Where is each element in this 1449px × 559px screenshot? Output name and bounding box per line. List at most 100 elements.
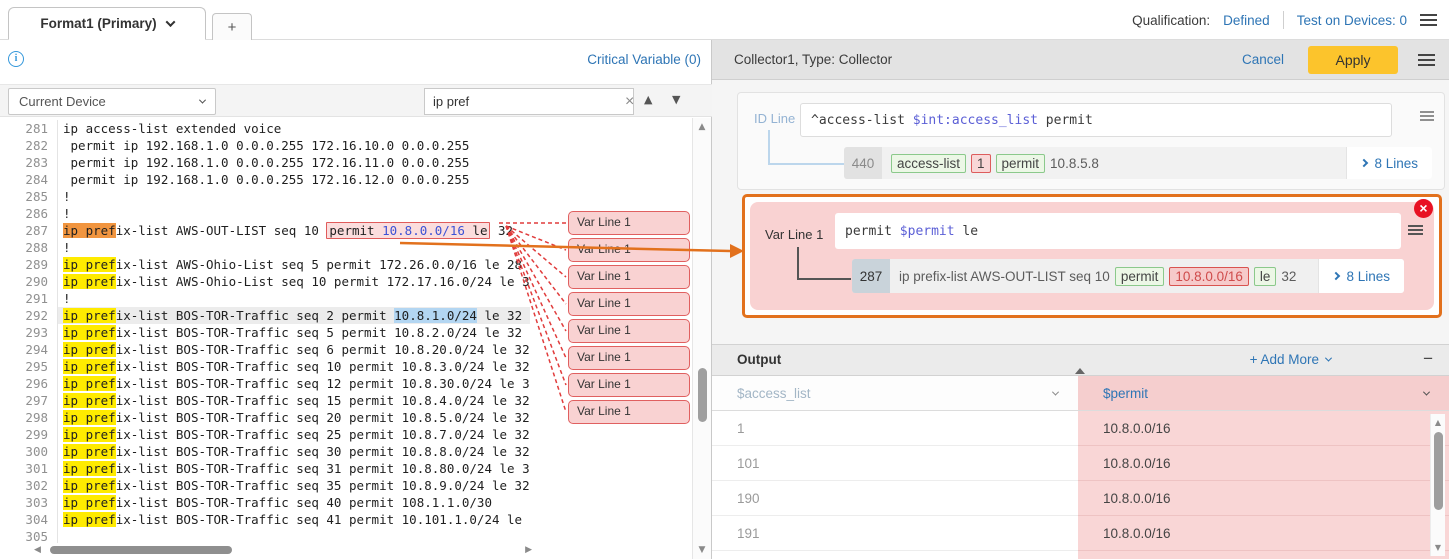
line-number: 297	[0, 392, 58, 409]
search-input[interactable]	[425, 94, 617, 109]
var-line-pattern-input[interactable]: permit $permit le	[835, 213, 1401, 249]
sample-line-number: 287	[852, 259, 890, 293]
var-line-chip[interactable]: Var Line 1	[568, 319, 690, 343]
chevron-down-icon	[1423, 388, 1430, 395]
line-number: 299	[0, 426, 58, 443]
line-number: 292	[0, 307, 58, 324]
var-line-chip[interactable]: Var Line 1	[568, 292, 690, 316]
find-next-button[interactable]: ▼	[672, 93, 680, 106]
line-text: ip prefix-list AWS-Ohio-List seq 5 permi…	[58, 256, 530, 273]
var-line-chip[interactable]: Var Line 1	[568, 346, 690, 370]
code-line[interactable]: 300ip prefix-list BOS-TOR-Traffic seq 30…	[0, 443, 712, 460]
line-text: ip prefix-list AWS-Ohio-List seq 10 perm…	[58, 273, 530, 290]
code-vertical-scrollbar[interactable]: ▲ ▼	[692, 118, 711, 559]
table-row[interactable]: 110.8.0.0/16	[712, 411, 1449, 446]
tab-format1-primary[interactable]: Format1 (Primary)	[8, 7, 206, 40]
tab-format1-label: Format1 (Primary)	[40, 16, 156, 31]
var-line-chip[interactable]: Var Line 1	[568, 238, 690, 262]
apply-button[interactable]: Apply	[1308, 46, 1398, 74]
add-tab-button[interactable]: +	[212, 13, 252, 40]
column-header-access-list[interactable]: $access_list	[712, 376, 1078, 411]
code-line[interactable]: 302ip prefix-list BOS-TOR-Traffic seq 35…	[0, 477, 712, 494]
var-line-chip[interactable]: Var Line 1	[568, 211, 690, 235]
test-on-devices-link[interactable]: Test on Devices: 0	[1297, 13, 1407, 28]
collector-menu-icon[interactable]	[1418, 59, 1435, 61]
line-text: ip prefix-list BOS-TOR-Traffic seq 40 pe…	[58, 494, 530, 511]
remove-column-button[interactable]: −	[1423, 349, 1433, 369]
cell-permit: 10.8.0.0/16	[1078, 516, 1449, 551]
line-text: ip prefix-list BOS-TOR-Traffic seq 6 per…	[58, 341, 530, 358]
code-line[interactable]: 285!	[0, 188, 712, 205]
column-label: $access_list	[737, 386, 811, 401]
code-line[interactable]: 301ip prefix-list BOS-TOR-Traffic seq 31…	[0, 460, 712, 477]
cancel-button[interactable]: Cancel	[1242, 52, 1284, 67]
expand-lines-button[interactable]: 8 Lines	[1346, 147, 1432, 179]
line-text: permit ip 192.168.1.0 0.0.0.255 172.16.1…	[58, 137, 530, 154]
output-column-headers: $access_list $permit	[712, 376, 1449, 411]
divider	[1283, 11, 1284, 29]
table-row[interactable]	[712, 551, 1449, 559]
find-previous-button[interactable]: ▲	[644, 93, 652, 106]
id-line-pattern-input[interactable]: ^access-list $int:access_list permit	[800, 103, 1392, 137]
matched-pattern-box: permit 10.8.0.0/16 le	[326, 222, 490, 239]
collector-title: Collector1, Type: Collector	[734, 52, 1242, 67]
line-number: 288	[0, 239, 58, 256]
line-text: !	[58, 239, 530, 256]
cell-permit: 10.8.0.0/16	[1078, 481, 1449, 516]
var-line-menu-icon[interactable]	[1408, 229, 1423, 231]
sample-token: 10.8.5.8	[1050, 156, 1099, 171]
critical-variable-link[interactable]: Critical Variable (0)	[587, 52, 701, 67]
scroll-down-icon[interactable]: ▼	[693, 545, 711, 555]
qualification-value-link[interactable]: Defined	[1223, 13, 1270, 28]
code-line[interactable]: 283 permit ip 192.168.1.0 0.0.0.255 172.…	[0, 154, 712, 171]
scroll-up-icon[interactable]: ▲	[693, 122, 711, 132]
chevron-down-icon	[1325, 355, 1332, 362]
code-line[interactable]: 303ip prefix-list BOS-TOR-Traffic seq 40…	[0, 494, 712, 511]
id-line-sample-row[interactable]: 440 access-list1permit10.8.5.8 8 Lines	[844, 147, 1432, 179]
output-vertical-scrollbar[interactable]: ▲ ▼	[1430, 414, 1445, 556]
table-row[interactable]: 10110.8.0.0/16	[712, 446, 1449, 481]
cell-access-list: 191	[712, 516, 1078, 551]
line-number: 291	[0, 290, 58, 307]
clear-search-icon[interactable]: ×	[617, 93, 642, 111]
line-number: 290	[0, 273, 58, 290]
table-row[interactable]: 19010.8.0.0/16	[712, 481, 1449, 516]
var-line-sample-row[interactable]: 287 ip prefix-list AWS-OUT-LIST seq 10pe…	[852, 259, 1404, 293]
line-number: 295	[0, 358, 58, 375]
var-line-chip[interactable]: Var Line 1	[568, 373, 690, 397]
code-line[interactable]: 299ip prefix-list BOS-TOR-Traffic seq 25…	[0, 426, 712, 443]
scroll-down-icon[interactable]: ▼	[1431, 543, 1445, 552]
chevron-right-icon	[1360, 159, 1368, 167]
var-line-chip[interactable]: Var Line 1	[568, 400, 690, 424]
var-line-chip[interactable]: Var Line 1	[568, 265, 690, 289]
sample-token: ip prefix-list AWS-OUT-LIST seq 10	[899, 269, 1110, 284]
line-number: 287	[0, 222, 58, 239]
info-icon[interactable]: i	[8, 51, 24, 67]
table-row[interactable]: 19110.8.0.0/16	[712, 516, 1449, 551]
device-select[interactable]: Current Device	[8, 88, 216, 115]
scroll-up-icon[interactable]: ▲	[1431, 418, 1445, 427]
scrollbar-thumb[interactable]	[50, 546, 232, 554]
code-horizontal-scrollbar[interactable]: ◀ ▶	[34, 543, 532, 558]
search-box: ×	[424, 88, 634, 115]
code-line[interactable]: 281ip access-list extended voice	[0, 120, 712, 137]
scrollbar-thumb[interactable]	[1434, 432, 1443, 510]
line-number: 294	[0, 341, 58, 358]
id-line-section: ID Line ^access-list $int:access_list pe…	[737, 92, 1445, 190]
column-header-permit[interactable]: $permit	[1078, 376, 1449, 411]
add-more-button[interactable]: + Add More	[1250, 352, 1331, 367]
line-number: 289	[0, 256, 58, 273]
scroll-left-icon[interactable]: ◀	[34, 545, 41, 555]
menu-icon[interactable]	[1420, 19, 1437, 21]
code-line[interactable]: 284 permit ip 192.168.1.0 0.0.0.255 172.…	[0, 171, 712, 188]
chevron-down-icon	[199, 97, 206, 104]
scrollbar-thumb[interactable]	[698, 368, 707, 422]
scroll-right-icon[interactable]: ▶	[525, 545, 532, 555]
expand-lines-button[interactable]: 8 Lines	[1318, 259, 1404, 293]
close-icon[interactable]: ×	[1414, 199, 1433, 218]
output-table-body: 110.8.0.0/1610110.8.0.0/1619010.8.0.0/16…	[712, 411, 1449, 559]
collapse-panel-icon[interactable]	[1075, 351, 1087, 369]
code-line[interactable]: 304ip prefix-list BOS-TOR-Traffic seq 41…	[0, 511, 712, 528]
code-line[interactable]: 282 permit ip 192.168.1.0 0.0.0.255 172.…	[0, 137, 712, 154]
id-line-menu-icon[interactable]	[1420, 115, 1434, 117]
